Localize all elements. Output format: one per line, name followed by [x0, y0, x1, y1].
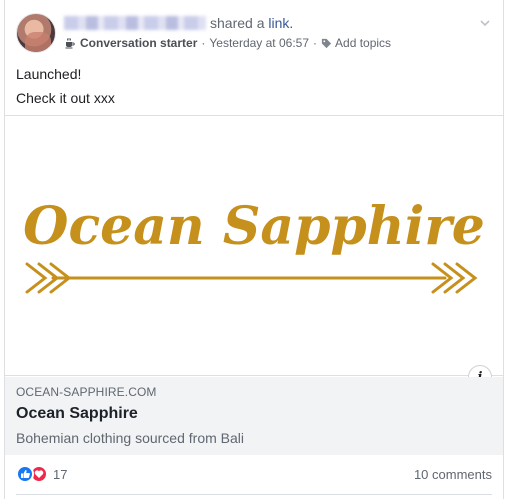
category-badge[interactable]: Conversation starter — [80, 36, 197, 50]
preview-title[interactable]: Ocean Sapphire — [16, 405, 492, 423]
tag-icon — [321, 38, 335, 49]
post-card: shared a link. Conversation starter · Ye… — [4, 0, 504, 499]
shared-link[interactable]: link. — [268, 15, 293, 31]
arrow-graphic — [25, 262, 478, 294]
post-timestamp[interactable]: Yesterday at 06:57 — [209, 36, 309, 50]
chevron-down-icon[interactable] — [478, 16, 492, 30]
coffee-cup-icon — [64, 37, 76, 49]
preview-image[interactable]: Ocean Sapphire — [5, 116, 503, 376]
preview-description: Bohemian clothing sourced from Bali — [16, 430, 245, 446]
meta-separator: · — [201, 36, 206, 50]
divider — [16, 494, 492, 495]
like-icon — [16, 465, 34, 483]
link-preview[interactable]: Ocean Sapphire i OCEAN-SAPPHIRE.COM Ocea… — [5, 115, 503, 455]
post-footer: 17 10 comments — [16, 463, 492, 485]
post-line: Launched! — [16, 66, 82, 82]
author-name-redacted[interactable] — [64, 16, 206, 30]
ocean-sapphire-logo: Ocean Sapphire — [23, 196, 485, 294]
post-text: Launched! Check it out xxx — [16, 62, 115, 110]
post-line: Check it out xxx — [16, 90, 115, 106]
reaction-count[interactable]: 17 — [53, 467, 67, 482]
shared-text: shared a — [210, 15, 265, 31]
logo-text: Ocean Sapphire — [23, 196, 485, 257]
post-meta: Conversation starter · Yesterday at 06:5… — [64, 36, 391, 50]
author-avatar[interactable] — [16, 13, 56, 53]
author-line: shared a link. — [64, 15, 293, 31]
post-header: shared a link. Conversation starter · Ye… — [16, 13, 493, 55]
preview-domain: OCEAN-SAPPHIRE.COM — [16, 385, 157, 399]
meta-separator: · — [313, 36, 318, 50]
add-topics-link[interactable]: Add topics — [335, 36, 391, 50]
preview-meta[interactable]: OCEAN-SAPPHIRE.COM Ocean Sapphire Bohemi… — [5, 377, 503, 455]
reactions-summary[interactable]: 17 — [16, 465, 67, 483]
comments-count[interactable]: 10 comments — [414, 467, 492, 482]
